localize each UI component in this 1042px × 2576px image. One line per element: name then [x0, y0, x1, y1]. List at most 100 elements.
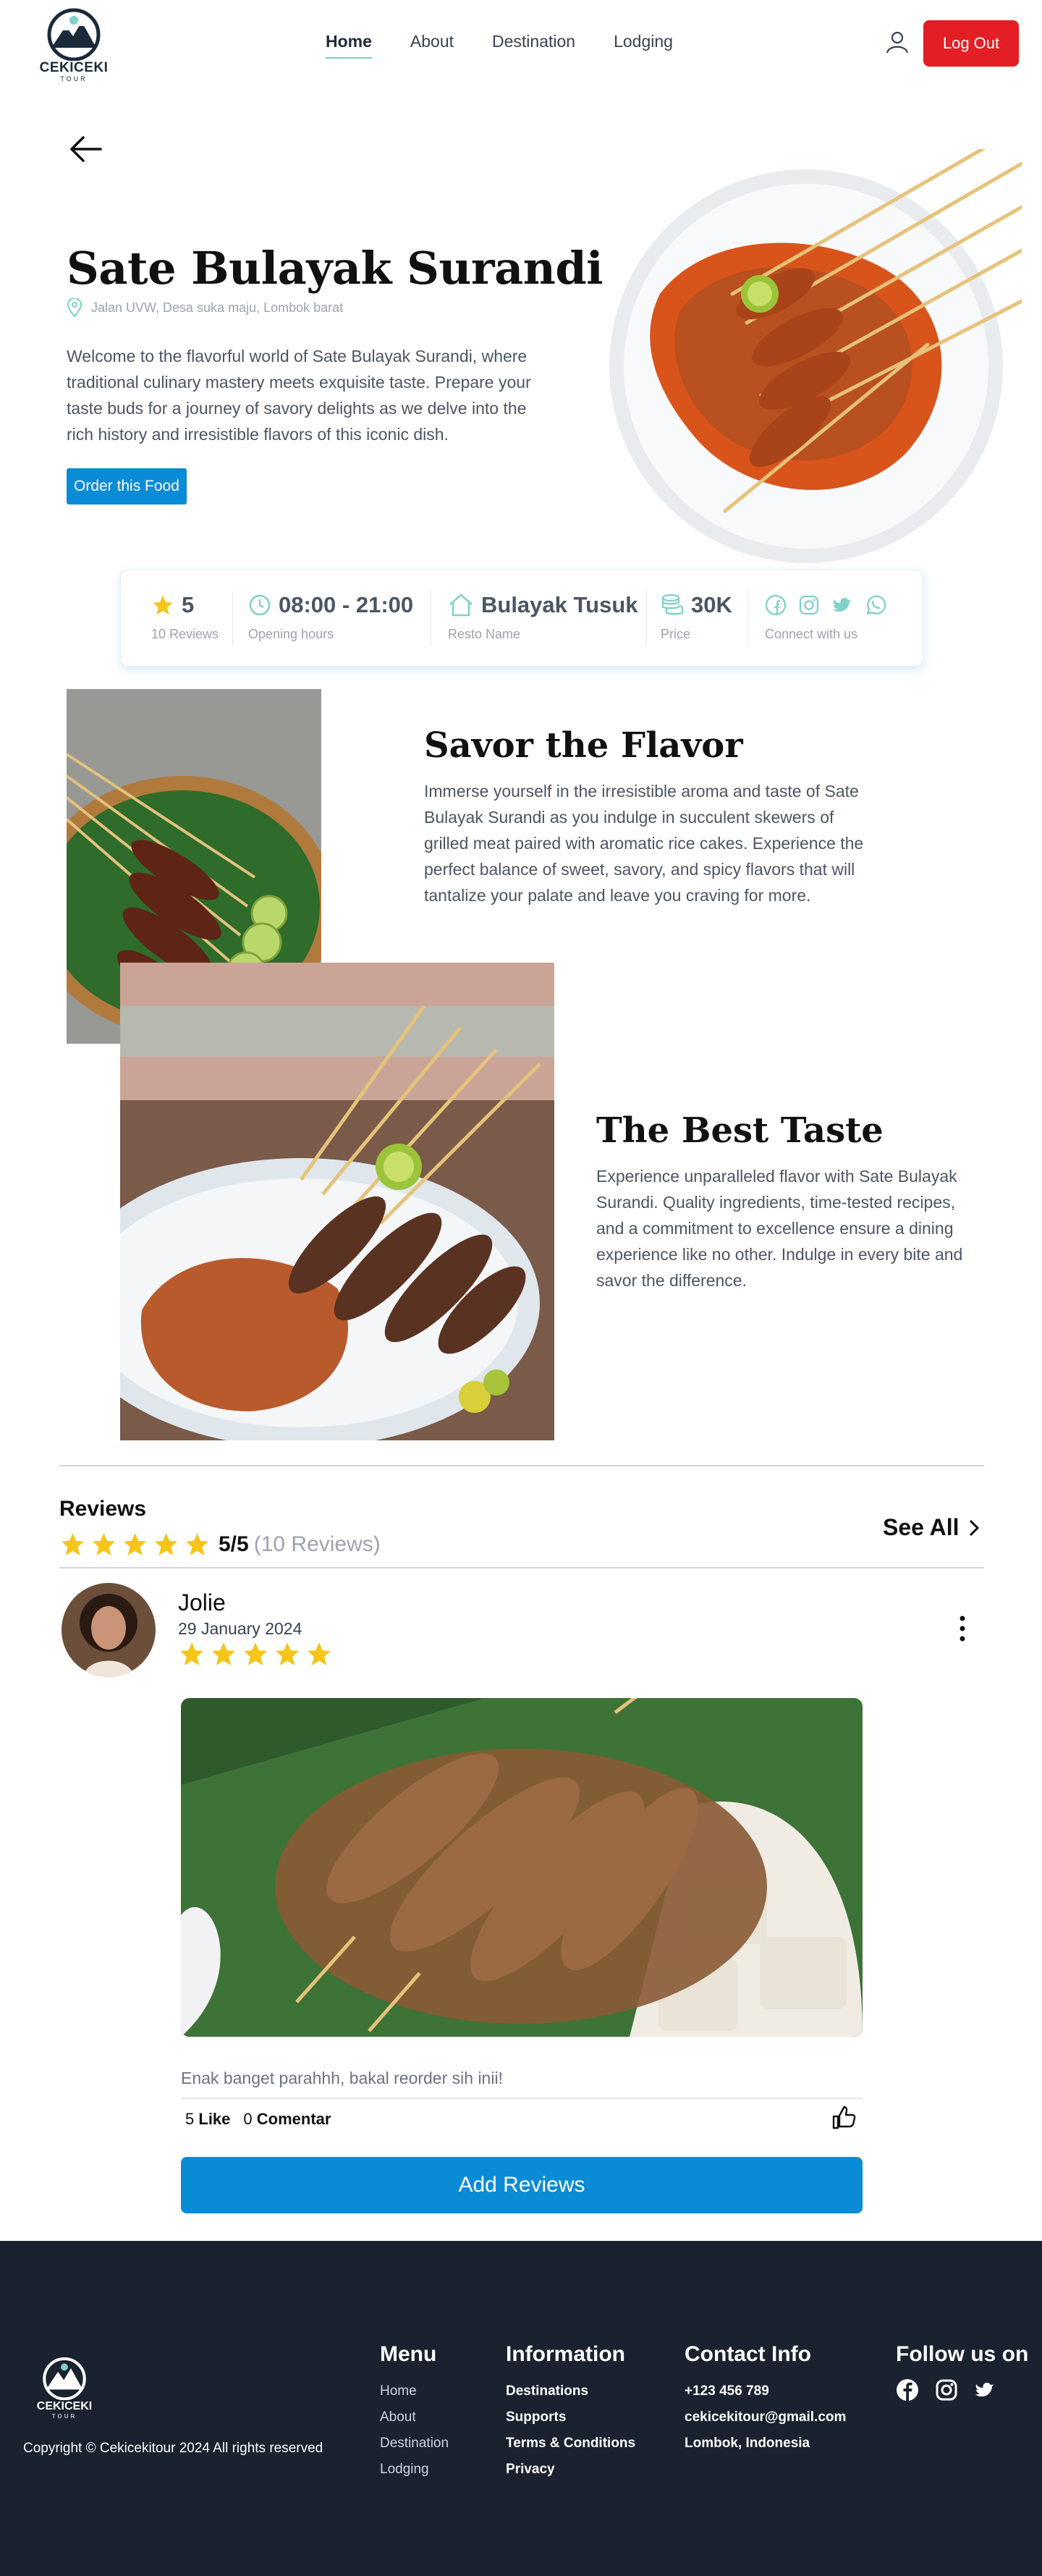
like-count[interactable]: 5 Like [185, 2110, 230, 2129]
twitter-icon[interactable] [974, 2379, 996, 2401]
nav-link-destination[interactable]: Destination [492, 32, 575, 59]
divider [59, 1567, 984, 1568]
footer-information: Information Destinations Supports Terms … [506, 2342, 635, 2483]
order-food-button[interactable]: Order this Food [67, 468, 187, 504]
price-info: 30K Price [661, 591, 732, 642]
comment-label: Comentar [256, 2110, 331, 2128]
logo-subtitle: TOUR [60, 75, 88, 83]
brand-logo[interactable]: CEKICEKI TOUR [36, 6, 111, 83]
reviews-count: (10 Reviews) [253, 1532, 381, 1556]
hours-info: 08:00 - 21:00 Opening hours [248, 591, 413, 642]
review-date: 29 January 2024 [178, 1619, 302, 1638]
footer-logo-wordmark: CEKICEKI [36, 2400, 93, 2412]
contact-location: Lombok, Indonesia [685, 2436, 810, 2451]
whatsapp-icon[interactable] [865, 594, 886, 616]
footer-link-privacy[interactable]: Privacy [506, 2457, 635, 2483]
location-pin-icon [67, 298, 82, 317]
thumbs-up-icon[interactable] [831, 2105, 857, 2131]
footer-link-destinations[interactable]: Destinations [506, 2378, 635, 2404]
like-label: Like [198, 2110, 231, 2128]
connect-label: Connect with us [765, 627, 858, 641]
chevron-right-icon [969, 1519, 979, 1536]
footer-logo[interactable]: CEKICEKI TOUR [33, 2355, 96, 2422]
top-navbar: CEKICEKI TOUR Home About Destination Lod… [0, 0, 1042, 85]
reviews-summary: 5/5 (10 Reviews) [59, 1531, 381, 1558]
twitter-icon[interactable] [831, 594, 853, 616]
reviews-heading: Reviews [59, 1497, 147, 1521]
best-title: The Best Taste [596, 1110, 884, 1151]
resto-info: Bulayak Tusuk Resto Name [448, 591, 638, 642]
savor-description: Immerse yourself in the irresistible aro… [424, 782, 864, 905]
see-all-link[interactable]: See All [883, 1514, 980, 1541]
rating-value: 5 [182, 592, 195, 617]
footer-link-terms[interactable]: Terms & Conditions [506, 2431, 635, 2457]
savor-title: Savor the Flavor [424, 725, 743, 766]
star-icon [308, 1642, 331, 1665]
divider [646, 591, 647, 646]
footer-link-about[interactable]: About [380, 2404, 449, 2431]
user-icon[interactable] [884, 29, 910, 55]
clock-icon [249, 594, 271, 616]
star-icon [186, 1533, 208, 1555]
divider [232, 591, 233, 646]
star-icon [93, 1533, 115, 1555]
comment-number: 0 [243, 2110, 253, 2128]
star-icon [62, 1533, 84, 1555]
hours-label: Opening hours [248, 627, 334, 641]
site-footer: CEKICEKI TOUR Copyright © Cekicekitour 2… [0, 2241, 1042, 2576]
coins-icon [661, 594, 684, 615]
footer-menu-title: Menu [380, 2342, 437, 2366]
comment-count[interactable]: 0 Comentar [243, 2110, 331, 2129]
price-value: 30K [691, 592, 732, 617]
footer-follow: Follow us on [896, 2342, 1028, 2402]
divider [59, 1465, 984, 1466]
nav-link-lodging[interactable]: Lodging [614, 32, 673, 59]
review-meta: 5 Like 0 Comentar [185, 2110, 331, 2129]
hero-dish-image [609, 149, 1022, 563]
logout-button[interactable]: Log Out [923, 20, 1019, 67]
facebook-icon[interactable] [896, 2378, 919, 2402]
back-arrow-icon[interactable] [69, 135, 102, 164]
instagram-icon[interactable] [935, 2378, 958, 2402]
reviews-score: 5/5 [219, 1532, 249, 1556]
page-title: Sate Bulayak Surandi [67, 242, 603, 295]
facebook-icon[interactable] [765, 594, 787, 616]
resto-value: Bulayak Tusuk [481, 592, 638, 617]
contact-phone: +123 456 789 [685, 2383, 769, 2399]
footer-info-title: Information [506, 2342, 625, 2366]
more-options-icon[interactable] [952, 1613, 973, 1644]
address-text: Jalan UVW, Desa suka maju, Lombok barat [91, 300, 344, 315]
footer-follow-title: Follow us on [896, 2342, 1029, 2366]
price-label: Price [661, 627, 691, 641]
hours-value: 08:00 - 21:00 [279, 592, 414, 617]
see-all-label: See All [883, 1514, 960, 1540]
star-icon [153, 595, 173, 615]
review-photo[interactable] [181, 1698, 863, 2037]
contact-email[interactable]: cekicekitour@gmail.com [685, 2404, 846, 2431]
review-food-image [181, 1698, 863, 2037]
avatar[interactable] [62, 1583, 156, 1677]
copyright: Copyright © Cekicekitour 2024 All rights… [23, 2441, 323, 2456]
rating-info: 5 10 Reviews [151, 591, 219, 642]
add-review-button[interactable]: Add Reviews [181, 2157, 863, 2213]
footer-link-lodging[interactable]: Lodging [380, 2457, 449, 2483]
review-text: Enak banget parahhh, bakal reorder sih i… [181, 2069, 503, 2087]
reviewer-name: Jolie [178, 1589, 226, 1616]
footer-social-links [896, 2378, 1028, 2402]
nav-link-home[interactable]: Home [326, 32, 372, 59]
divider [181, 2098, 863, 2099]
like-number: 5 [185, 2110, 195, 2128]
star-icon [212, 1642, 235, 1665]
best-description: Experience unparalleled flavor with Sate… [596, 1167, 963, 1290]
review-stars [178, 1640, 333, 1668]
reviewer-photo [62, 1583, 156, 1677]
footer-link-destination[interactable]: Destination [380, 2431, 449, 2457]
address: Jalan UVW, Desa suka maju, Lombok barat [67, 298, 343, 317]
instagram-icon[interactable] [798, 594, 820, 616]
nav-link-about[interactable]: About [410, 32, 454, 59]
footer-link-home[interactable]: Home [380, 2378, 449, 2404]
connect-info: Connect with us [765, 591, 886, 642]
summary-stars [59, 1531, 211, 1558]
footer-link-supports[interactable]: Supports [506, 2404, 635, 2431]
footer-menu: Menu Home About Destination Lodging [380, 2342, 449, 2483]
